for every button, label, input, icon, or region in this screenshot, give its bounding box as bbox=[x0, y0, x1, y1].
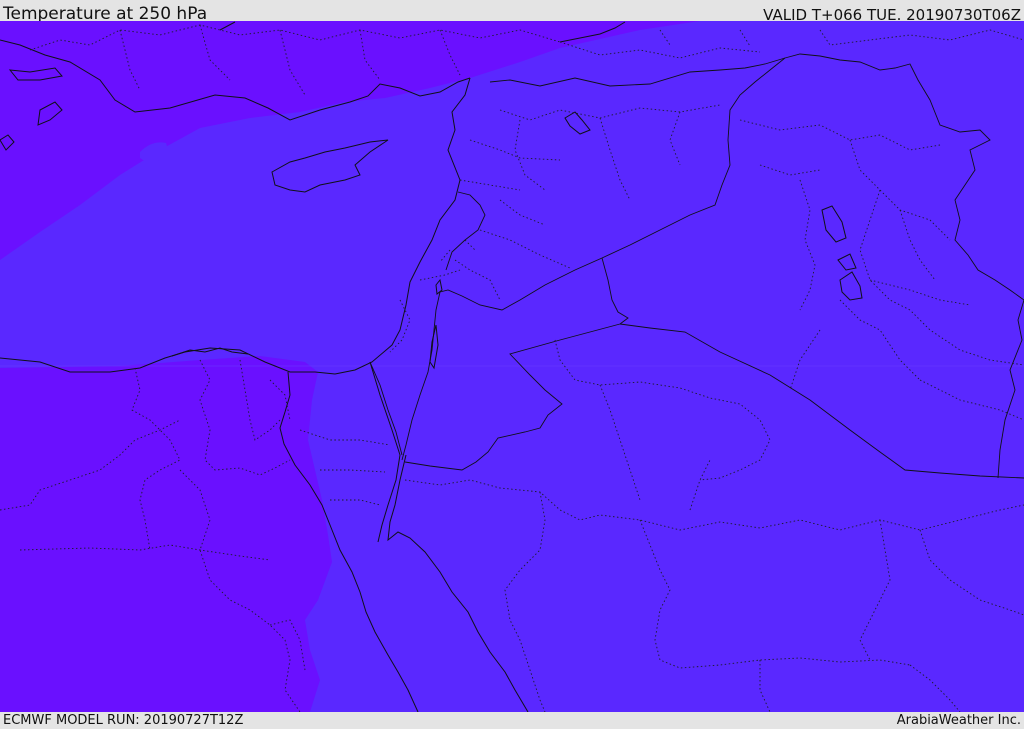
temperature-field-cool-south bbox=[0, 356, 332, 712]
header-bar: Temperature at 250 hPa VALID T+066 TUE. … bbox=[0, 0, 1024, 24]
model-run-label: ECMWF MODEL RUN: 20190727T12Z bbox=[3, 713, 244, 728]
footer-bar: ECMWF MODEL RUN: 20190727T12Z ArabiaWeat… bbox=[0, 712, 1024, 729]
map-figure: Temperature at 250 hPa VALID T+066 TUE. … bbox=[0, 0, 1024, 729]
map-canvas bbox=[0, 21, 1024, 712]
map-svg bbox=[0, 21, 1024, 712]
credit-label: ArabiaWeather Inc. bbox=[896, 713, 1021, 728]
